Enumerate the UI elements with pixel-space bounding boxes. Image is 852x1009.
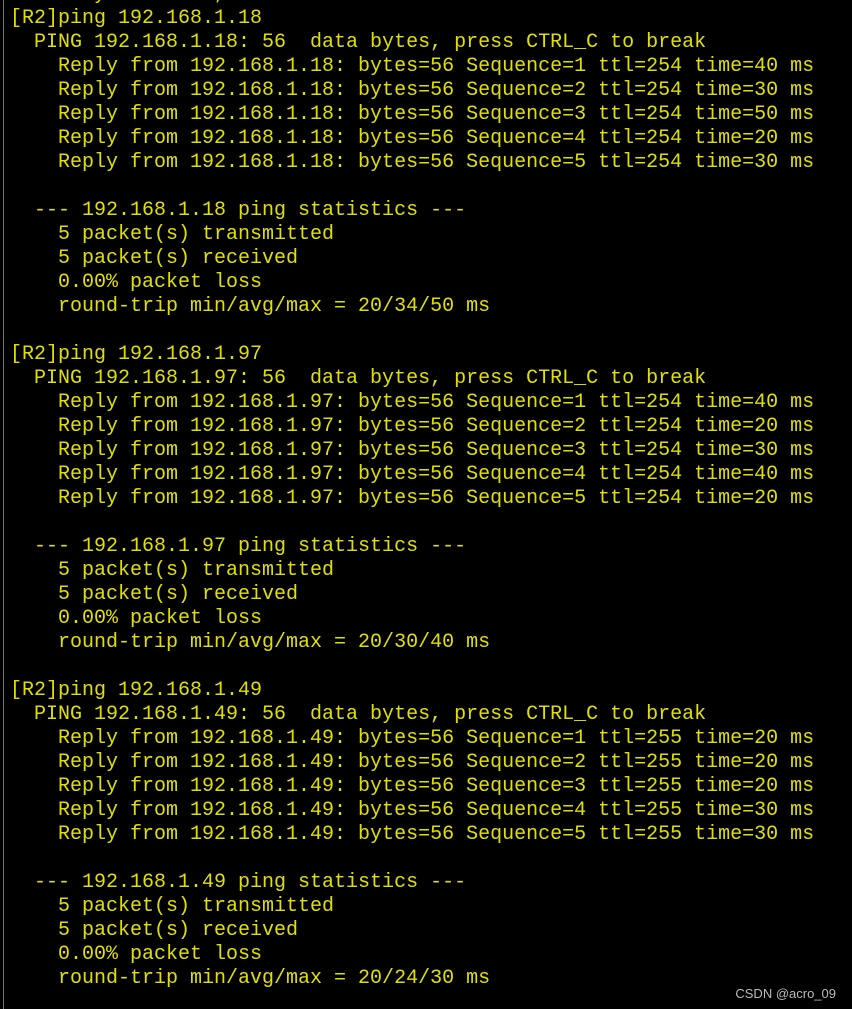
terminal-line: Reply from 192.168.1.49: bytes=56 Sequen… (10, 751, 815, 774)
terminal-line: Reply from 192.168.1.97: bytes=56 Sequen… (10, 415, 815, 438)
terminal-line: Enter system view, return user view with… (10, 0, 814, 7)
terminal-line: 5 packet(s) transmitted (10, 559, 335, 582)
terminal-line: [R2]ping 192.168.1.18 (10, 7, 263, 30)
terminal-line: PING 192.168.1.18: 56 data bytes, press … (10, 31, 707, 54)
terminal-line: --- 192.168.1.97 ping statistics --- (10, 535, 467, 558)
terminal-line: PING 192.168.1.49: 56 data bytes, press … (10, 703, 707, 726)
terminal-line: Reply from 192.168.1.49: bytes=56 Sequen… (10, 775, 815, 798)
terminal-line: 0.00% packet loss (10, 271, 263, 294)
terminal-line: --- 192.168.1.18 ping statistics --- (10, 199, 467, 222)
terminal-line: round-trip min/avg/max = 20/24/30 ms (10, 967, 491, 990)
terminal-line: 5 packet(s) received (10, 583, 299, 606)
terminal-line: Reply from 192.168.1.49: bytes=56 Sequen… (10, 823, 815, 846)
terminal-line: Reply from 192.168.1.97: bytes=56 Sequen… (10, 439, 815, 462)
terminal-line: Reply from 192.168.1.18: bytes=56 Sequen… (10, 127, 815, 150)
terminal-line: Reply from 192.168.1.18: bytes=56 Sequen… (10, 151, 815, 174)
terminal-line: Reply from 192.168.1.97: bytes=56 Sequen… (10, 391, 815, 414)
terminal-line: 5 packet(s) received (10, 247, 299, 270)
watermark: CSDN @acro_09 (735, 986, 836, 1001)
terminal-line: round-trip min/avg/max = 20/34/50 ms (10, 295, 491, 318)
terminal-line: Reply from 192.168.1.49: bytes=56 Sequen… (10, 727, 815, 750)
terminal-output[interactable]: Enter system view, return user view with… (10, 0, 814, 991)
terminal-line: Reply from 192.168.1.97: bytes=56 Sequen… (10, 463, 815, 486)
window-border (3, 0, 4, 1009)
terminal-line: Reply from 192.168.1.49: bytes=56 Sequen… (10, 799, 815, 822)
terminal-line: Reply from 192.168.1.18: bytes=56 Sequen… (10, 55, 815, 78)
terminal-line: [R2]ping 192.168.1.97 (10, 343, 263, 366)
terminal-line: 5 packet(s) transmitted (10, 223, 335, 246)
terminal-line: Reply from 192.168.1.97: bytes=56 Sequen… (10, 487, 815, 510)
terminal-line: [R2]ping 192.168.1.49 (10, 679, 263, 702)
terminal-line: 0.00% packet loss (10, 607, 263, 630)
terminal-line: --- 192.168.1.49 ping statistics --- (10, 871, 467, 894)
terminal-line: round-trip min/avg/max = 20/30/40 ms (10, 631, 491, 654)
terminal-line: 5 packet(s) transmitted (10, 895, 335, 918)
terminal-line: Reply from 192.168.1.18: bytes=56 Sequen… (10, 79, 815, 102)
terminal-line: PING 192.168.1.97: 56 data bytes, press … (10, 367, 707, 390)
terminal-line: 5 packet(s) received (10, 919, 299, 942)
terminal-line: 0.00% packet loss (10, 943, 263, 966)
terminal-line: Reply from 192.168.1.18: bytes=56 Sequen… (10, 103, 815, 126)
